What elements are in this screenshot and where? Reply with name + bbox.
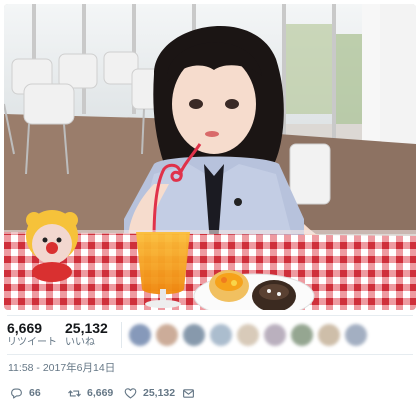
reply-count: 66 bbox=[29, 387, 41, 399]
like-count: 25,132 bbox=[143, 387, 176, 399]
divider-bottom bbox=[7, 354, 413, 355]
reply-icon bbox=[11, 387, 22, 399]
divider-top bbox=[7, 315, 413, 316]
tweet-stats: 6,669 リツイート 25,132 いいね bbox=[7, 318, 413, 358]
retweet-count: 6,669 bbox=[87, 387, 114, 399]
retweet-icon bbox=[68, 389, 81, 397]
retweet-count-stat: 6,669 bbox=[7, 320, 43, 336]
like-label: いいね bbox=[65, 337, 95, 348]
photo-illustration bbox=[4, 4, 416, 310]
avatar[interactable] bbox=[264, 324, 286, 346]
retweet-label: リツイート bbox=[7, 337, 57, 348]
retweet-button[interactable]: 6,669 bbox=[68, 385, 113, 401]
tweet-photo[interactable] bbox=[4, 4, 416, 310]
avatar[interactable] bbox=[237, 324, 259, 346]
tweet-timestamp[interactable]: 11:58 - 2017年6月14日 bbox=[8, 360, 115, 375]
mail-icon bbox=[183, 388, 194, 398]
tweet-actions: 66 6,669 25,132 bbox=[8, 385, 408, 401]
like-stat[interactable]: 25,132 いいね bbox=[65, 320, 108, 350]
avatar[interactable] bbox=[345, 324, 367, 346]
avatar[interactable] bbox=[291, 324, 313, 346]
avatar[interactable] bbox=[318, 324, 340, 346]
retweet-stat[interactable]: 6,669 リツイート bbox=[7, 320, 57, 350]
heart-icon bbox=[124, 387, 137, 399]
stats-divider bbox=[121, 322, 122, 348]
like-button[interactable]: 25,132 bbox=[124, 385, 175, 401]
avatar[interactable] bbox=[210, 324, 232, 346]
reply-button[interactable]: 66 bbox=[10, 385, 41, 401]
avatar[interactable] bbox=[129, 324, 151, 346]
direct-message-button[interactable] bbox=[182, 385, 195, 401]
avatar[interactable] bbox=[183, 324, 205, 346]
like-count-stat: 25,132 bbox=[65, 320, 108, 336]
avatar[interactable] bbox=[156, 324, 178, 346]
tweet-card: 6,669 リツイート 25,132 いいね 11:58 - 2017年6月14… bbox=[0, 0, 420, 406]
